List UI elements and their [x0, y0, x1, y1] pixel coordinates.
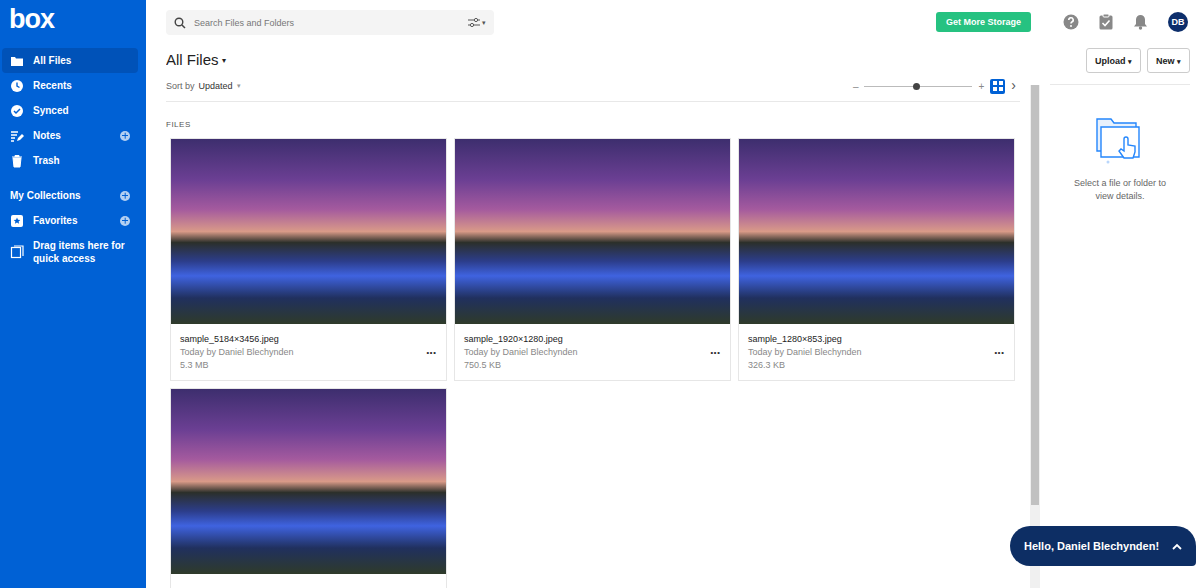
grid-icon	[993, 81, 1003, 91]
sidebar-item[interactable]: Recents	[2, 73, 138, 98]
quick-access-drop[interactable]: Drag items here for quick access	[2, 233, 138, 271]
file-card[interactable]: sample_1920×1280.jpeg Today by Daniel Bl…	[454, 138, 731, 381]
get-more-storage-button[interactable]: Get More Storage	[936, 12, 1031, 32]
scrollbar-thumb[interactable]	[1031, 85, 1039, 505]
collection-item[interactable]: My Collections	[2, 183, 138, 208]
chevron-up-icon[interactable]	[1172, 543, 1182, 550]
section-label: FILES	[166, 120, 1020, 129]
zoom-slider[interactable]	[864, 86, 972, 87]
file-name[interactable]: sample_5184×3456.jpeg	[180, 333, 420, 346]
file-thumbnail[interactable]	[739, 139, 1014, 324]
zoom-in-button[interactable]: +	[978, 81, 984, 92]
file-thumbnail[interactable]	[171, 389, 446, 574]
search-filter[interactable]: ▾	[468, 18, 486, 28]
add-icon[interactable]	[120, 216, 130, 226]
file-meta: Today by Daniel Blechynden	[748, 346, 988, 359]
trash-icon	[10, 154, 24, 168]
add-icon[interactable]	[120, 191, 130, 201]
grid-view-button[interactable]	[990, 79, 1005, 94]
upload-button[interactable]: Upload ▾	[1086, 48, 1141, 73]
help-icon[interactable]	[1063, 14, 1079, 30]
favorites-icon	[10, 214, 24, 228]
details-empty: Select a file or folder to view details.	[1050, 85, 1190, 203]
chat-greeting[interactable]: Hello, Daniel Blechynden!	[1010, 526, 1196, 566]
new-button[interactable]: New ▾	[1147, 48, 1190, 73]
main: Search Files and Folders ▾ Get More Stor…	[146, 0, 1200, 588]
collections: My Collections Favorites Drag items here…	[0, 173, 146, 271]
topbar-actions: Get More Storage DB	[936, 10, 1188, 32]
sidebar: box All Files Recents Synced Notes Trash…	[0, 0, 146, 588]
next-button[interactable]: ›	[1011, 78, 1016, 94]
file-card[interactable]: sample_1280×853.jpeg Today by Daniel Ble…	[738, 138, 1015, 381]
notes-icon	[10, 129, 24, 143]
file-meta: Today by Daniel Blechynden	[180, 346, 420, 359]
file-name[interactable]: sample_1280×853.jpeg	[748, 333, 988, 346]
box-logo[interactable]: box	[0, 0, 146, 41]
file-name[interactable]: sample_1920×1280.jpeg	[464, 333, 704, 346]
file-thumbnail[interactable]	[171, 139, 446, 324]
file-browser: All Files▾ Sort by Updated ▾ – + › FILES…	[146, 45, 1040, 588]
search-field[interactable]: Search Files and Folders ▾	[166, 10, 494, 35]
bell-icon[interactable]	[1133, 14, 1148, 30]
file-card[interactable]: sample_5184×3456.jpeg Today by Daniel Bl…	[170, 138, 447, 381]
folder-icon	[10, 54, 24, 68]
file-meta: Today by Daniel Blechynden	[464, 346, 704, 359]
select-file-icon	[1094, 115, 1146, 165]
sort-dropdown[interactable]: Sort by Updated ▾	[166, 81, 241, 91]
sidebar-item[interactable]: Trash	[2, 148, 138, 173]
add-icon[interactable]	[120, 131, 130, 141]
drop-icon	[10, 245, 24, 259]
sidebar-item[interactable]: All Files	[2, 48, 138, 73]
actions: Upload ▾New ▾	[1050, 48, 1190, 73]
file-card[interactable]	[170, 388, 447, 588]
list-toolbar: Sort by Updated ▾ – + ›	[166, 75, 1020, 102]
clock-icon	[10, 79, 24, 93]
details-panel: Upload ▾New ▾ Select a file or folder to…	[1040, 45, 1200, 588]
file-size: 5.3 MB	[180, 359, 420, 372]
more-button[interactable]: ···	[426, 345, 436, 360]
file-info: sample_5184×3456.jpeg Today by Daniel Bl…	[171, 324, 446, 380]
folder-title[interactable]: All Files▾	[166, 45, 1020, 73]
box-app: box All Files Recents Synced Notes Trash…	[0, 0, 1200, 588]
zoom-out-button[interactable]: –	[853, 81, 859, 92]
divider	[1050, 84, 1190, 85]
view-tools: – + ›	[853, 78, 1020, 94]
zoom-thumb[interactable]	[913, 83, 920, 90]
file-info: sample_1280×853.jpeg Today by Daniel Ble…	[739, 324, 1014, 380]
user-avatar[interactable]: DB	[1168, 12, 1188, 32]
file-info: sample_1920×1280.jpeg Today by Daniel Bl…	[455, 324, 730, 380]
file-thumbnail[interactable]	[455, 139, 730, 324]
file-size: 750.5 KB	[464, 359, 704, 372]
collection-item[interactable]: Favorites	[2, 208, 138, 233]
file-grid: sample_5184×3456.jpeg Today by Daniel Bl…	[166, 138, 1020, 588]
search-icon	[174, 17, 186, 29]
content: All Files▾ Sort by Updated ▾ – + › FILES…	[146, 45, 1200, 588]
more-button[interactable]: ···	[994, 345, 1004, 360]
sidebar-item[interactable]: Notes	[2, 123, 138, 148]
scrollbar[interactable]	[1030, 85, 1040, 588]
more-button[interactable]: ···	[710, 345, 720, 360]
check-icon	[10, 104, 24, 118]
filter-icon	[468, 18, 480, 28]
file-list: All Files▾ Sort by Updated ▾ – + › FILES…	[166, 45, 1030, 588]
sidebar-item[interactable]: Synced	[2, 98, 138, 123]
tasks-icon[interactable]	[1099, 14, 1113, 30]
sidebar-nav: All Files Recents Synced Notes Trash	[0, 41, 146, 173]
file-size: 326.3 KB	[748, 359, 988, 372]
topbar: Search Files and Folders ▾ Get More Stor…	[146, 0, 1200, 45]
